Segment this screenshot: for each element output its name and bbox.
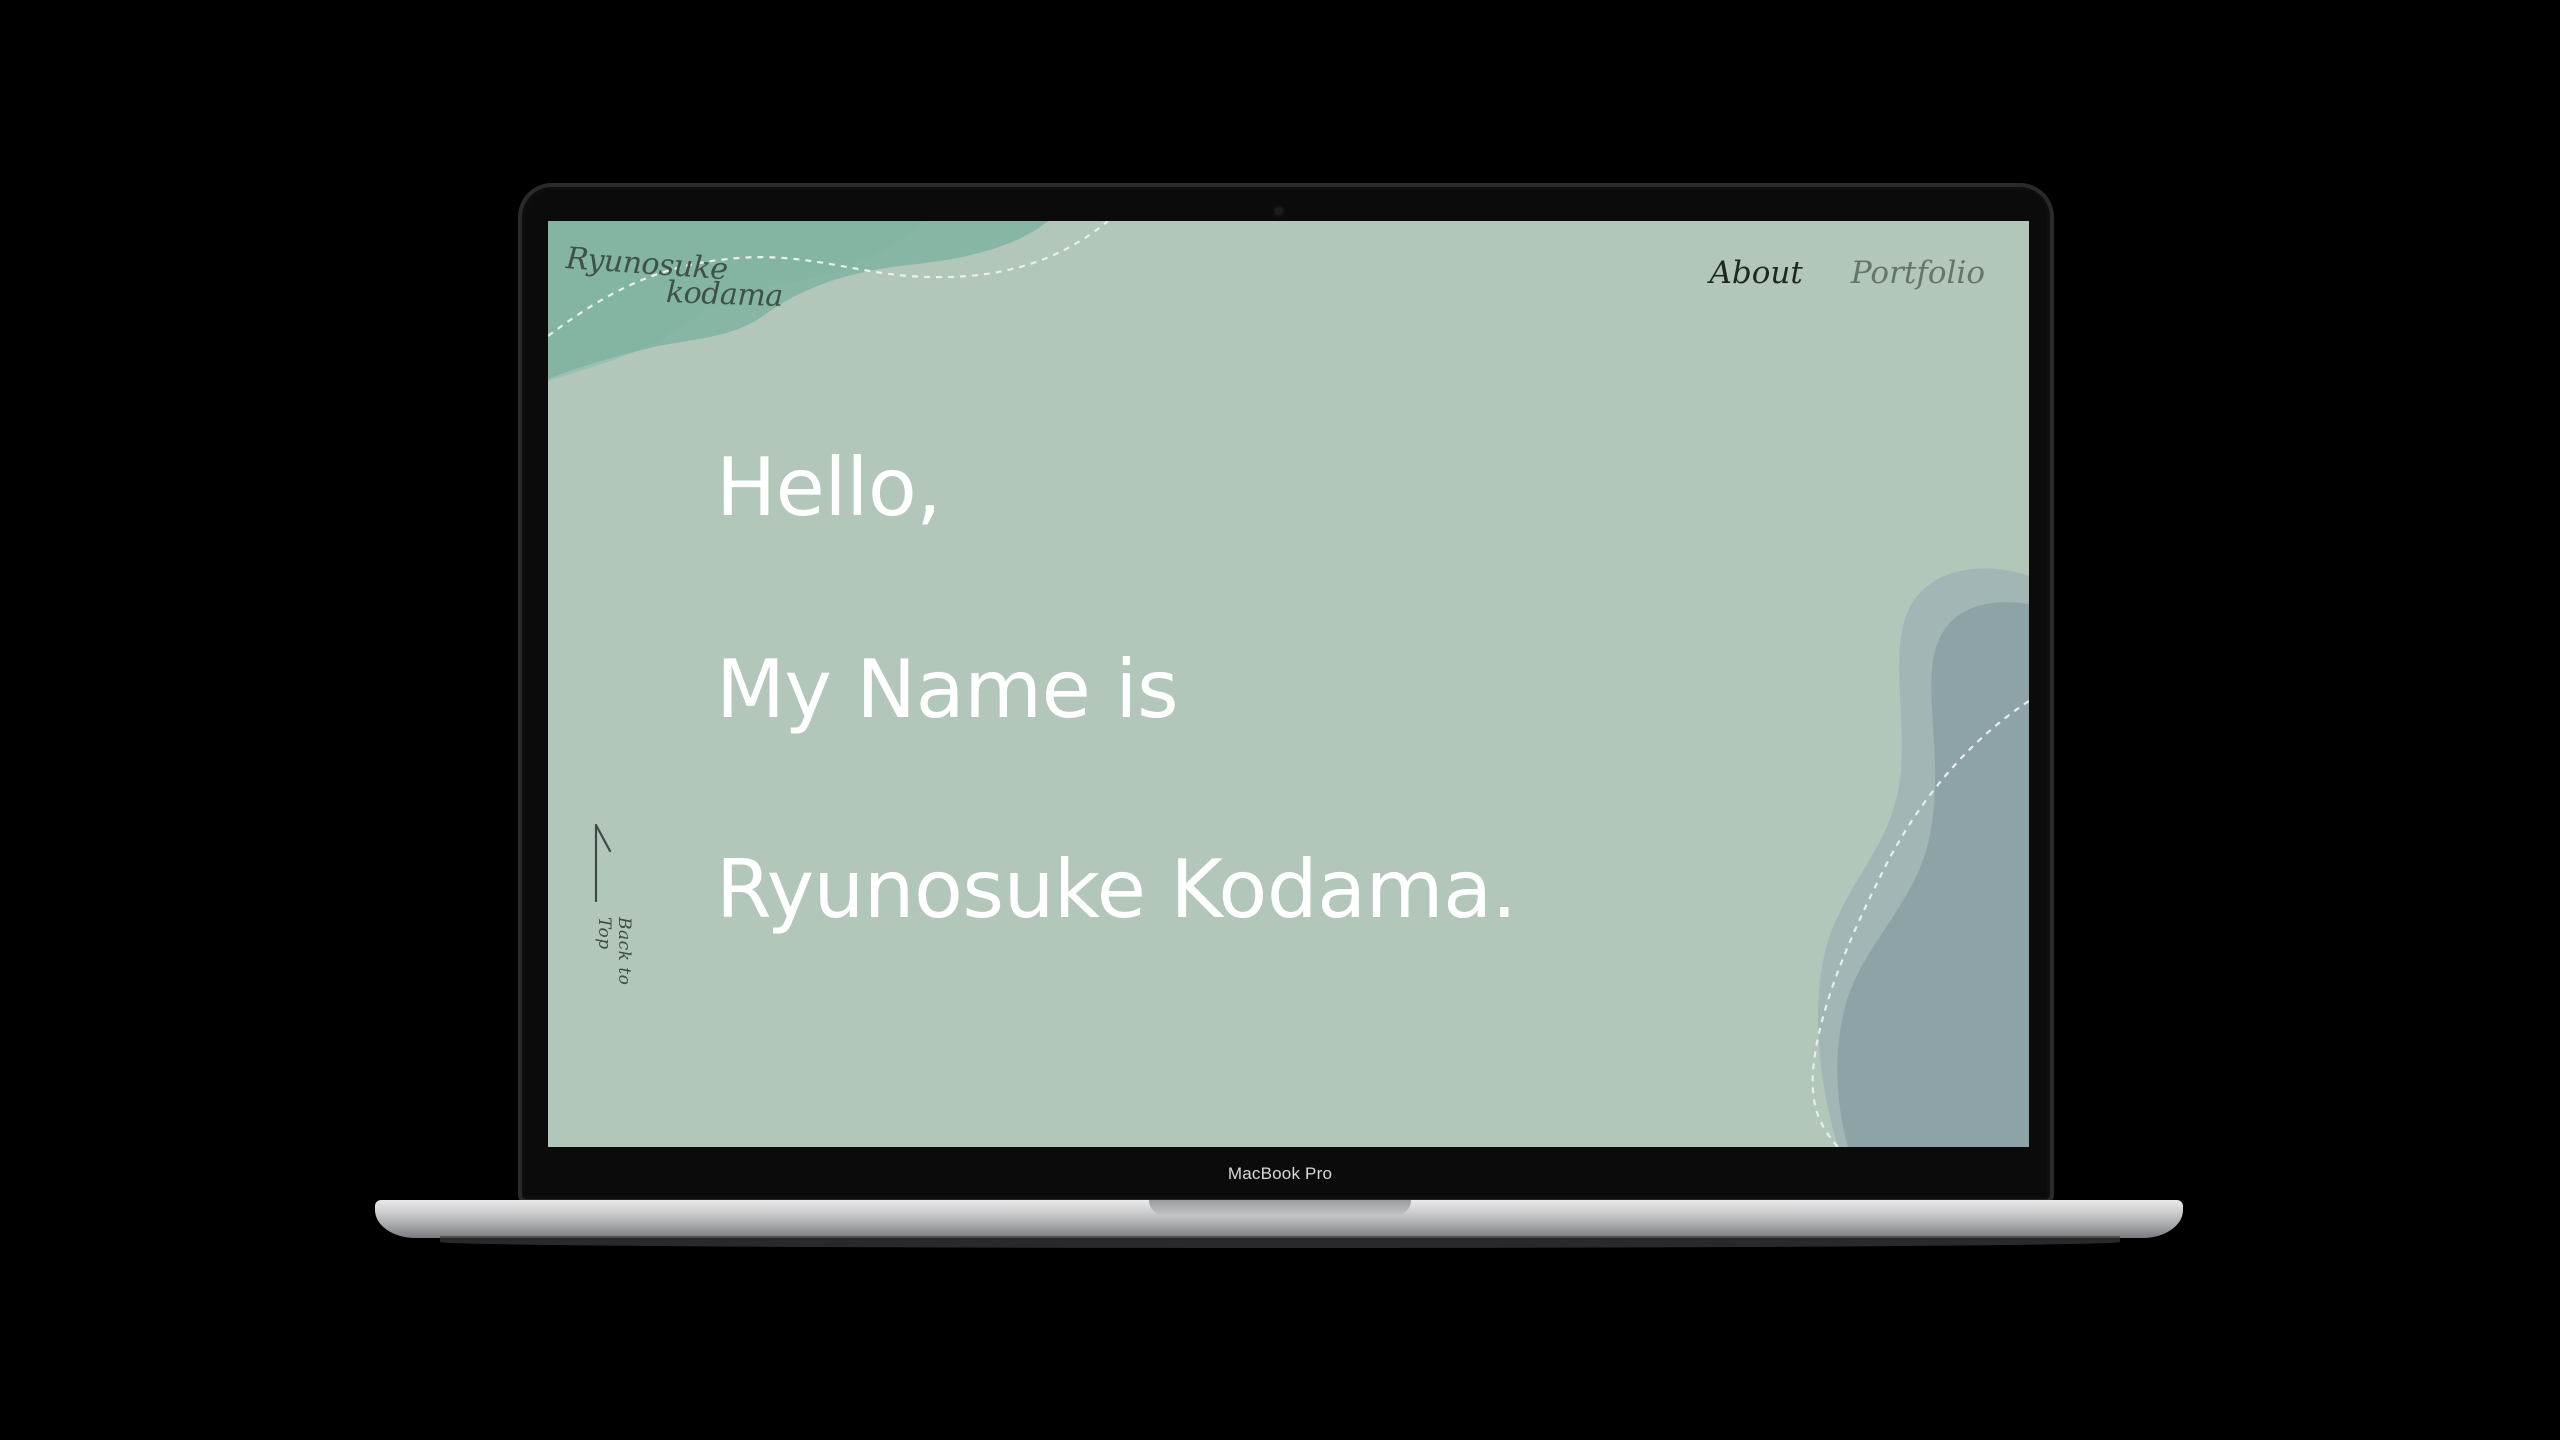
laptop-base-notch (1149, 1200, 1411, 1216)
hero-intro: My Name is (716, 643, 1179, 736)
device-mockup: Ryunosuke kodama About Portfolio Hello, … (0, 0, 2560, 1440)
main-nav: About Portfolio (1710, 255, 1986, 291)
site-logo[interactable]: Ryunosuke kodama (565, 239, 783, 319)
laptop-base-shadow (440, 1236, 2120, 1248)
hero-greeting: Hello, (716, 441, 942, 534)
website-screen: Ryunosuke kodama About Portfolio Hello, … (548, 221, 2029, 1147)
nav-link-portfolio[interactable]: Portfolio (1851, 255, 1985, 291)
arrow-up-icon (594, 823, 612, 903)
camera-icon (1275, 207, 1283, 215)
back-to-top-label: Back to Top (594, 917, 634, 986)
nav-link-about[interactable]: About (1710, 255, 1803, 291)
device-label: MacBook Pro (1227, 1164, 1333, 1183)
back-to-top-link[interactable]: Back to Top (584, 821, 634, 1021)
hero-name: Ryunosuke Kodama. (716, 843, 1517, 936)
logo-line-second: kodama (665, 274, 784, 315)
